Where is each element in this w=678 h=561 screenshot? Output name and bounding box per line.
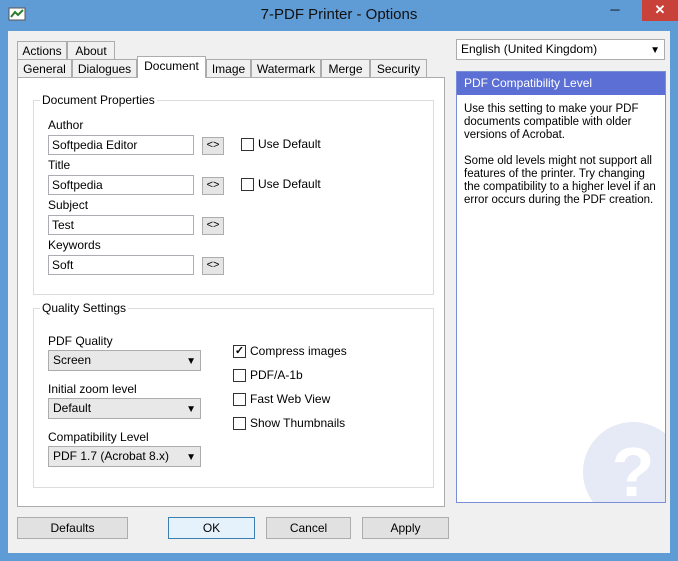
- language-value: English (United Kingdom): [461, 42, 598, 56]
- tab-security[interactable]: Security: [370, 59, 427, 78]
- chevron-down-icon: ▼: [650, 45, 660, 56]
- group-title-document-properties: Document Properties: [40, 93, 157, 107]
- author-input[interactable]: Softpedia Editor: [48, 135, 194, 155]
- window-title: 7-PDF Printer - Options: [260, 6, 418, 23]
- chevron-down-icon: ▼: [186, 356, 196, 367]
- chevron-down-icon: ▼: [186, 404, 196, 415]
- pdf-quality-value: Screen: [53, 353, 92, 367]
- author-use-default-checkbox[interactable]: [241, 138, 254, 151]
- help-panel: PDF Compatibility Level Use this setting…: [456, 71, 666, 503]
- language-select[interactable]: English (United Kingdom) ▼: [456, 39, 665, 60]
- pdfa-checkbox[interactable]: [233, 369, 246, 382]
- author-label: Author: [48, 118, 84, 132]
- tab-watermark[interactable]: Watermark: [251, 59, 321, 78]
- show-thumbnails-checkbox[interactable]: [233, 417, 246, 430]
- chevron-down-icon: ▼: [186, 452, 196, 463]
- client-area: Actions About General Dialogues Document…: [8, 31, 670, 553]
- title-swap-button[interactable]: <>: [202, 177, 224, 195]
- title-label: Title: [48, 158, 71, 172]
- subject-input[interactable]: Test: [48, 215, 194, 235]
- pdf-quality-select[interactable]: Screen ▼: [48, 350, 201, 371]
- help-paragraph: Use this setting to make your PDF docume…: [464, 103, 639, 141]
- author-swap-button[interactable]: <>: [202, 137, 224, 155]
- close-button[interactable]: ✕: [642, 0, 678, 21]
- defaults-button[interactable]: Defaults: [17, 517, 128, 539]
- tab-about[interactable]: About: [67, 41, 115, 60]
- pdf-quality-label: PDF Quality: [48, 334, 113, 348]
- ok-button[interactable]: OK: [168, 517, 255, 539]
- help-body: Use this setting to make your PDF docume…: [457, 95, 665, 228]
- tab-dialogues[interactable]: Dialogues: [72, 59, 137, 78]
- compatibility-level-value: PDF 1.7 (Acrobat 8.x): [53, 449, 170, 463]
- zoom-level-label: Initial zoom level: [48, 382, 137, 396]
- tab-actions[interactable]: Actions: [17, 41, 67, 60]
- title-use-default-label: Use Default: [258, 177, 321, 191]
- tab-merge[interactable]: Merge: [321, 59, 370, 78]
- author-use-default-label: Use Default: [258, 137, 321, 151]
- group-title-quality-settings: Quality Settings: [40, 301, 129, 315]
- compatibility-level-label: Compatibility Level: [48, 430, 149, 444]
- compress-images-checkbox[interactable]: ✓: [233, 345, 246, 358]
- help-paragraph: Some old levels might not support all fe…: [464, 155, 656, 206]
- minimize-button[interactable]: ─: [601, 0, 629, 22]
- compatibility-level-select[interactable]: PDF 1.7 (Acrobat 8.x) ▼: [48, 446, 201, 467]
- cancel-button[interactable]: Cancel: [266, 517, 351, 539]
- keywords-swap-button[interactable]: <>: [202, 257, 224, 275]
- tab-image[interactable]: Image: [206, 59, 251, 78]
- zoom-level-value: Default: [53, 401, 92, 415]
- show-thumbnails-label: Show Thumbnails: [250, 416, 346, 430]
- document-tab-panel: Document Properties Author Softpedia Edi…: [17, 77, 445, 507]
- options-window: 7-PDF Printer - Options ─ ✕ Actions Abou…: [0, 0, 678, 561]
- compress-images-label: Compress images: [250, 344, 347, 358]
- subject-swap-button[interactable]: <>: [202, 217, 224, 235]
- subject-label: Subject: [48, 198, 89, 212]
- question-mark-icon: ?: [583, 422, 665, 502]
- keywords-input[interactable]: Soft: [48, 255, 194, 275]
- title-bar[interactable]: 7-PDF Printer - Options ─ ✕: [0, 0, 678, 31]
- pdfa-label: PDF/A-1b: [250, 368, 303, 382]
- quality-settings-group: Quality Settings PDF Quality Screen ▼ In…: [33, 301, 434, 488]
- title-input[interactable]: Softpedia: [48, 175, 194, 195]
- tab-general[interactable]: General: [17, 59, 72, 78]
- keywords-label: Keywords: [48, 238, 101, 252]
- tab-document[interactable]: Document: [137, 56, 206, 78]
- zoom-level-select[interactable]: Default ▼: [48, 398, 201, 419]
- apply-button[interactable]: Apply: [362, 517, 449, 539]
- title-use-default-checkbox[interactable]: [241, 178, 254, 191]
- fast-web-view-label: Fast Web View: [250, 392, 331, 406]
- fast-web-view-checkbox[interactable]: [233, 393, 246, 406]
- document-properties-group: Document Properties Author Softpedia Edi…: [33, 93, 434, 295]
- help-title: PDF Compatibility Level: [457, 72, 665, 95]
